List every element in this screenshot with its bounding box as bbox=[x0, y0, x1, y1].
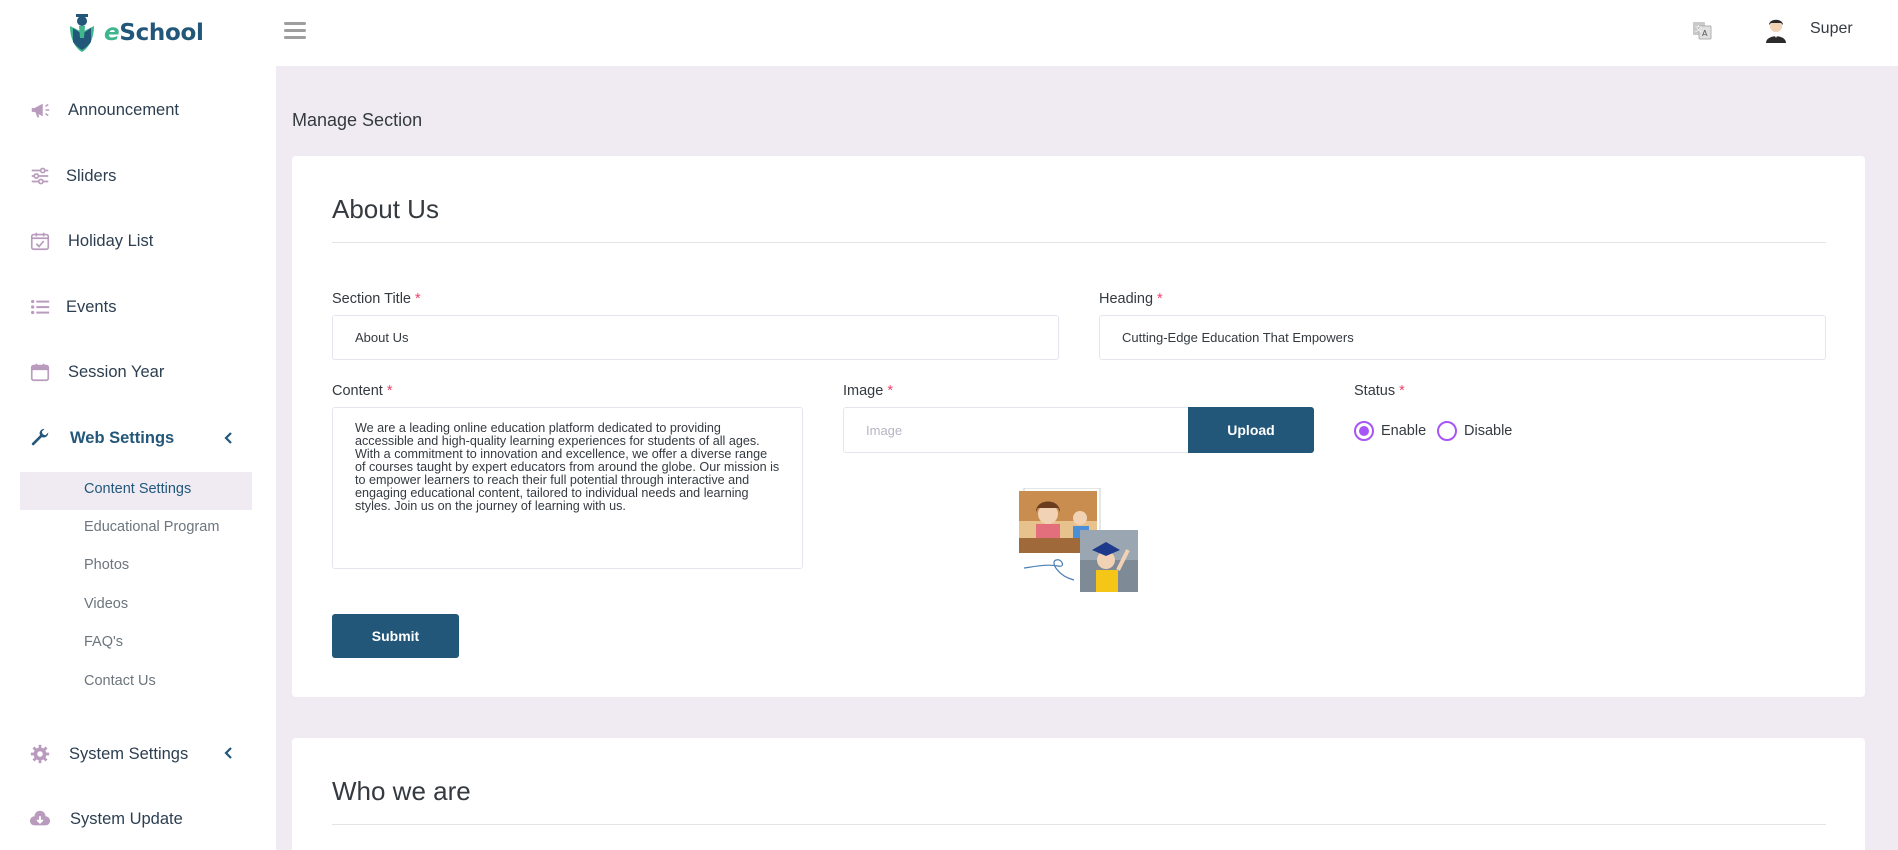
about-image-preview bbox=[1019, 488, 1138, 592]
radio-checked-icon bbox=[1354, 421, 1374, 441]
sidebar-subitem-content-settings[interactable]: Content Settings bbox=[84, 481, 191, 497]
chevron-left-icon[interactable] bbox=[222, 431, 236, 445]
status-disable-label: Disable bbox=[1464, 423, 1513, 439]
list-icon bbox=[28, 295, 52, 319]
wrench-icon bbox=[28, 426, 52, 450]
calendar-check-icon bbox=[28, 229, 52, 253]
status-disable-radio[interactable]: Disable bbox=[1437, 421, 1512, 441]
svg-text:A: A bbox=[1702, 29, 1708, 38]
sidebar-item-sliders[interactable]: Sliders bbox=[28, 161, 116, 191]
sidebar-item-label: Events bbox=[66, 297, 117, 316]
section-title-label: Section Title * bbox=[332, 291, 421, 307]
calendar-icon bbox=[28, 360, 52, 384]
sidebar-item-label: Sliders bbox=[66, 166, 117, 185]
cloud-download-icon bbox=[28, 807, 52, 831]
sidebar-subitem-photos[interactable]: Photos bbox=[84, 557, 129, 573]
svg-text:文: 文 bbox=[1695, 24, 1702, 33]
card-divider bbox=[332, 824, 1826, 825]
about-us-card-title: About Us bbox=[332, 194, 439, 224]
logo-icon bbox=[70, 14, 94, 52]
who-we-are-card-title: Who we are bbox=[332, 776, 471, 806]
logo-text: eSchool bbox=[104, 20, 204, 46]
username[interactable]: Super bbox=[1810, 20, 1853, 38]
eschool-logo[interactable]: eSchool bbox=[62, 12, 204, 54]
user-avatar[interactable] bbox=[1763, 16, 1789, 44]
sidebar-item-label: System Update bbox=[70, 809, 183, 828]
sidebar-item-system-settings[interactable]: System Settings bbox=[28, 739, 188, 769]
sidebar-item-web-settings[interactable]: Web Settings bbox=[28, 423, 174, 453]
section-title-input[interactable]: About Us bbox=[332, 315, 1059, 360]
sidebar-item-holiday-list[interactable]: Holiday List bbox=[28, 226, 153, 256]
status-label: Status * bbox=[1354, 383, 1405, 399]
sidebar: eSchool Announcement Sliders Holiday Lis… bbox=[0, 0, 276, 850]
language-icon[interactable]: A 文 bbox=[1691, 19, 1713, 41]
sidebar-item-label: Holiday List bbox=[68, 231, 154, 250]
heading-label: Heading * bbox=[1099, 291, 1163, 307]
sidebar-item-label: Session Year bbox=[68, 362, 165, 381]
megaphone-icon bbox=[28, 98, 52, 122]
menu-toggle-icon[interactable] bbox=[284, 22, 306, 40]
content-textarea[interactable]: We are a leading online education platfo… bbox=[332, 407, 803, 569]
radio-unchecked-icon bbox=[1437, 421, 1457, 441]
status-enable-radio[interactable]: Enable bbox=[1354, 421, 1426, 441]
gear-icon bbox=[28, 742, 52, 766]
top-navbar bbox=[276, 0, 1898, 66]
who-we-are-card bbox=[292, 738, 1865, 850]
sidebar-subitem-educational-program[interactable]: Educational Program bbox=[84, 519, 219, 535]
content-label: Content * bbox=[332, 383, 393, 399]
sidebar-subitem-videos[interactable]: Videos bbox=[84, 596, 128, 612]
heading-input[interactable]: Cutting-Edge Education That Empowers bbox=[1099, 315, 1826, 360]
sidebar-item-label: Announcement bbox=[68, 100, 179, 119]
image-file-input[interactable]: Image bbox=[843, 407, 1189, 453]
sidebar-item-label: System Settings bbox=[69, 744, 189, 763]
image-label: Image * bbox=[843, 383, 893, 399]
sidebar-item-session-year[interactable]: Session Year bbox=[28, 357, 164, 387]
page-title: Manage Section bbox=[292, 110, 423, 130]
card-divider bbox=[332, 242, 1826, 243]
sidebar-item-system-update[interactable]: System Update bbox=[28, 804, 183, 834]
sidebar-item-announcement[interactable]: Announcement bbox=[28, 95, 179, 125]
upload-button[interactable]: Upload bbox=[1188, 407, 1314, 453]
sidebar-item-events[interactable]: Events bbox=[28, 292, 116, 322]
submit-button[interactable]: Submit bbox=[332, 614, 459, 658]
sidebar-subitem-faqs[interactable]: FAQ's bbox=[84, 634, 123, 650]
status-enable-label: Enable bbox=[1381, 423, 1427, 439]
sidebar-item-label: Web Settings bbox=[70, 428, 175, 447]
sidebar-subitem-contact-us[interactable]: Contact Us bbox=[84, 673, 156, 689]
sliders-icon bbox=[28, 164, 52, 188]
chevron-left-icon[interactable] bbox=[222, 746, 236, 760]
